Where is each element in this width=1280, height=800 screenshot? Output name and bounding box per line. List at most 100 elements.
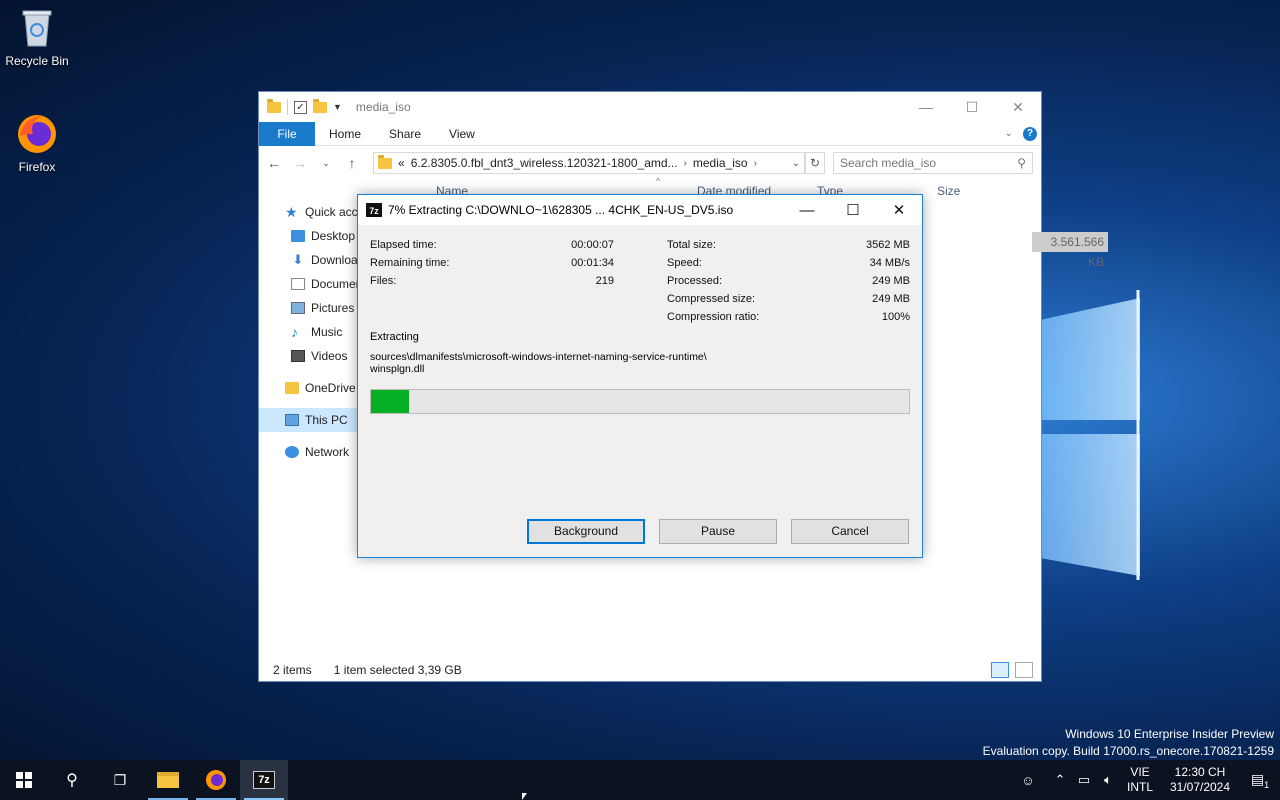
breadcrumb-crumb2[interactable]: media_iso <box>693 156 748 170</box>
tab-share[interactable]: Share <box>375 122 435 146</box>
dialog-maximize-button[interactable]: ☐ <box>830 195 876 225</box>
back-arrow-icon[interactable]: ← <box>265 155 283 171</box>
speed-label: Speed: <box>667 257 702 269</box>
nav-this-pc[interactable]: This PC <box>259 408 359 432</box>
speed-value: 34 MB/s <box>869 257 910 269</box>
dialog-minimize-button[interactable]: — <box>784 195 830 225</box>
compressed-size-label: Compressed size: <box>667 293 756 305</box>
nav-documents[interactable]: Documents <box>259 272 359 296</box>
details-view-button[interactable] <box>991 662 1009 678</box>
close-button[interactable]: ✕ <box>995 92 1041 122</box>
minimize-button[interactable]: — <box>903 92 949 122</box>
cancel-button[interactable]: Cancel <box>791 519 909 544</box>
clock-date: 31/07/2024 <box>1169 780 1231 794</box>
forward-arrow-icon[interactable]: → <box>291 155 309 171</box>
tab-view[interactable]: View <box>435 122 489 146</box>
nav-desktop[interactable]: Desktop <box>259 224 359 248</box>
help-icon[interactable]: ? <box>1023 126 1037 141</box>
explorer-titlebar: ✓ ▼ media_iso — ☐ ✕ <box>259 92 1041 122</box>
firefox-icon <box>15 112 59 156</box>
windows-start-icon <box>16 772 32 788</box>
network-status-icon[interactable]: ▭ <box>1072 772 1096 788</box>
nav-onedrive[interactable]: OneDrive <box>259 376 359 400</box>
search-placeholder: Search media_iso <box>840 156 937 170</box>
recent-locations-icon[interactable]: ⌄ <box>317 158 335 169</box>
nav-network[interactable]: Network <box>259 440 359 464</box>
selected-row-size[interactable]: 3.561.566 KB <box>1032 232 1108 269</box>
clock[interactable]: 12:30 CH 31/07/2024 <box>1160 765 1240 795</box>
nav-music[interactable]: ♪ Music <box>259 320 359 344</box>
video-icon <box>291 350 305 362</box>
taskbar-firefox[interactable] <box>192 760 240 800</box>
recycle-bin-icon <box>15 6 59 50</box>
search-button[interactable]: ⚲ <box>48 760 96 800</box>
background-button[interactable]: Background <box>527 519 645 544</box>
properties-icon[interactable]: ✓ <box>294 100 307 114</box>
notification-icon: ▤ <box>1250 770 1265 787</box>
selection-info: 1 item selected 3,39 GB <box>333 663 462 677</box>
action-center-button[interactable]: ▤1 <box>1240 771 1280 790</box>
build-watermark: Windows 10 Enterprise Insider Preview Ev… <box>983 726 1274 760</box>
item-count: 2 items <box>273 663 312 677</box>
file-explorer-icon <box>157 772 179 788</box>
remaining-time-label: Remaining time: <box>370 257 450 269</box>
folder-icon <box>267 98 281 113</box>
start-button[interactable] <box>0 760 48 800</box>
current-file-path: sources\dlmanifests\microsoft-windows-in… <box>370 351 910 375</box>
pause-button[interactable]: Pause <box>659 519 777 544</box>
document-icon <box>291 278 305 290</box>
volume-muted-icon[interactable]: 🔈︎ <box>1096 772 1120 788</box>
recycle-bin-desktop-icon[interactable]: Recycle Bin <box>0 6 74 68</box>
up-arrow-icon[interactable]: ↑ <box>343 155 361 171</box>
address-dropdown-icon[interactable]: ⌄ <box>792 158 800 169</box>
address-input[interactable]: « 6.2.8305.0.fbl_dnt3_wireless.120321-18… <box>373 152 805 174</box>
large-icons-view-button[interactable] <box>1015 662 1033 678</box>
recycle-bin-label: Recycle Bin <box>5 54 69 68</box>
new-folder-icon[interactable] <box>313 98 327 113</box>
quick-access-toolbar: ✓ ▼ <box>267 98 342 115</box>
progress-bar <box>370 389 910 414</box>
tab-file[interactable]: File <box>259 121 315 146</box>
search-input[interactable]: Search media_iso ⚲ <box>833 152 1033 174</box>
navigation-pane: ★Quick access Desktop ⬇Downloads Documen… <box>259 180 359 659</box>
search-icon: ⚲ <box>66 772 78 789</box>
column-size[interactable]: Size <box>937 184 960 198</box>
dialog-close-button[interactable]: ✕ <box>876 195 922 225</box>
nav-quick-access[interactable]: ★Quick access <box>259 200 359 224</box>
compressed-size-value: 249 MB <box>872 293 910 305</box>
chevron-right-icon[interactable]: › <box>754 158 757 169</box>
expand-ribbon-icon[interactable]: ⌄ <box>1005 128 1013 139</box>
elapsed-time-value: 00:00:07 <box>571 239 614 251</box>
tab-home[interactable]: Home <box>315 122 375 146</box>
breadcrumb-crumb1[interactable]: 6.2.8305.0.fbl_dnt3_wireless.120321-1800… <box>411 156 678 170</box>
refresh-button[interactable]: ↻ <box>805 152 825 174</box>
windows-logo-wallpaper <box>1040 250 1280 610</box>
show-hidden-icons-chevron-up-icon[interactable]: ⌃ <box>1048 772 1072 788</box>
total-size-label: Total size: <box>667 239 716 251</box>
dialog-titlebar: 7z 7% Extracting C:\DOWNLO~1\628305 ... … <box>358 195 922 225</box>
7zip-icon: 7z <box>253 771 275 789</box>
status-bar: 2 items 1 item selected 3,39 GB <box>259 659 1041 681</box>
people-icon[interactable]: ☺ <box>1016 773 1040 788</box>
chevron-right-icon[interactable]: › <box>684 158 687 169</box>
nav-downloads[interactable]: ⬇Downloads <box>259 248 359 272</box>
maximize-button[interactable]: ☐ <box>949 92 995 122</box>
processed-label: Processed: <box>667 275 723 287</box>
nav-pictures[interactable]: Pictures <box>259 296 359 320</box>
taskbar-7zip[interactable]: 7z <box>240 760 288 800</box>
7zip-icon: 7z <box>366 203 382 217</box>
chevron-down-icon[interactable]: ▼ <box>333 102 342 112</box>
task-view-button[interactable]: ❐ <box>96 760 144 800</box>
input-language[interactable]: VIE INTL <box>1120 765 1160 795</box>
search-icon: ⚲ <box>1017 156 1026 170</box>
address-overflow[interactable]: « <box>398 156 405 170</box>
firefox-desktop-icon[interactable]: Firefox <box>0 112 74 174</box>
taskbar-file-explorer[interactable] <box>144 760 192 800</box>
files-label: Files: <box>370 275 397 287</box>
system-tray: ☺ ⌃ ▭ 🔈︎ VIE INTL 12:30 CH 31/07/2024 ▤1 <box>1016 760 1280 800</box>
nav-videos[interactable]: Videos <box>259 344 359 368</box>
pictures-icon <box>291 302 305 314</box>
watermark-build: Evaluation copy. Build 17000.rs_onecore.… <box>982 744 1274 758</box>
download-icon: ⬇ <box>292 252 304 267</box>
operation-label: Extracting <box>370 331 419 343</box>
